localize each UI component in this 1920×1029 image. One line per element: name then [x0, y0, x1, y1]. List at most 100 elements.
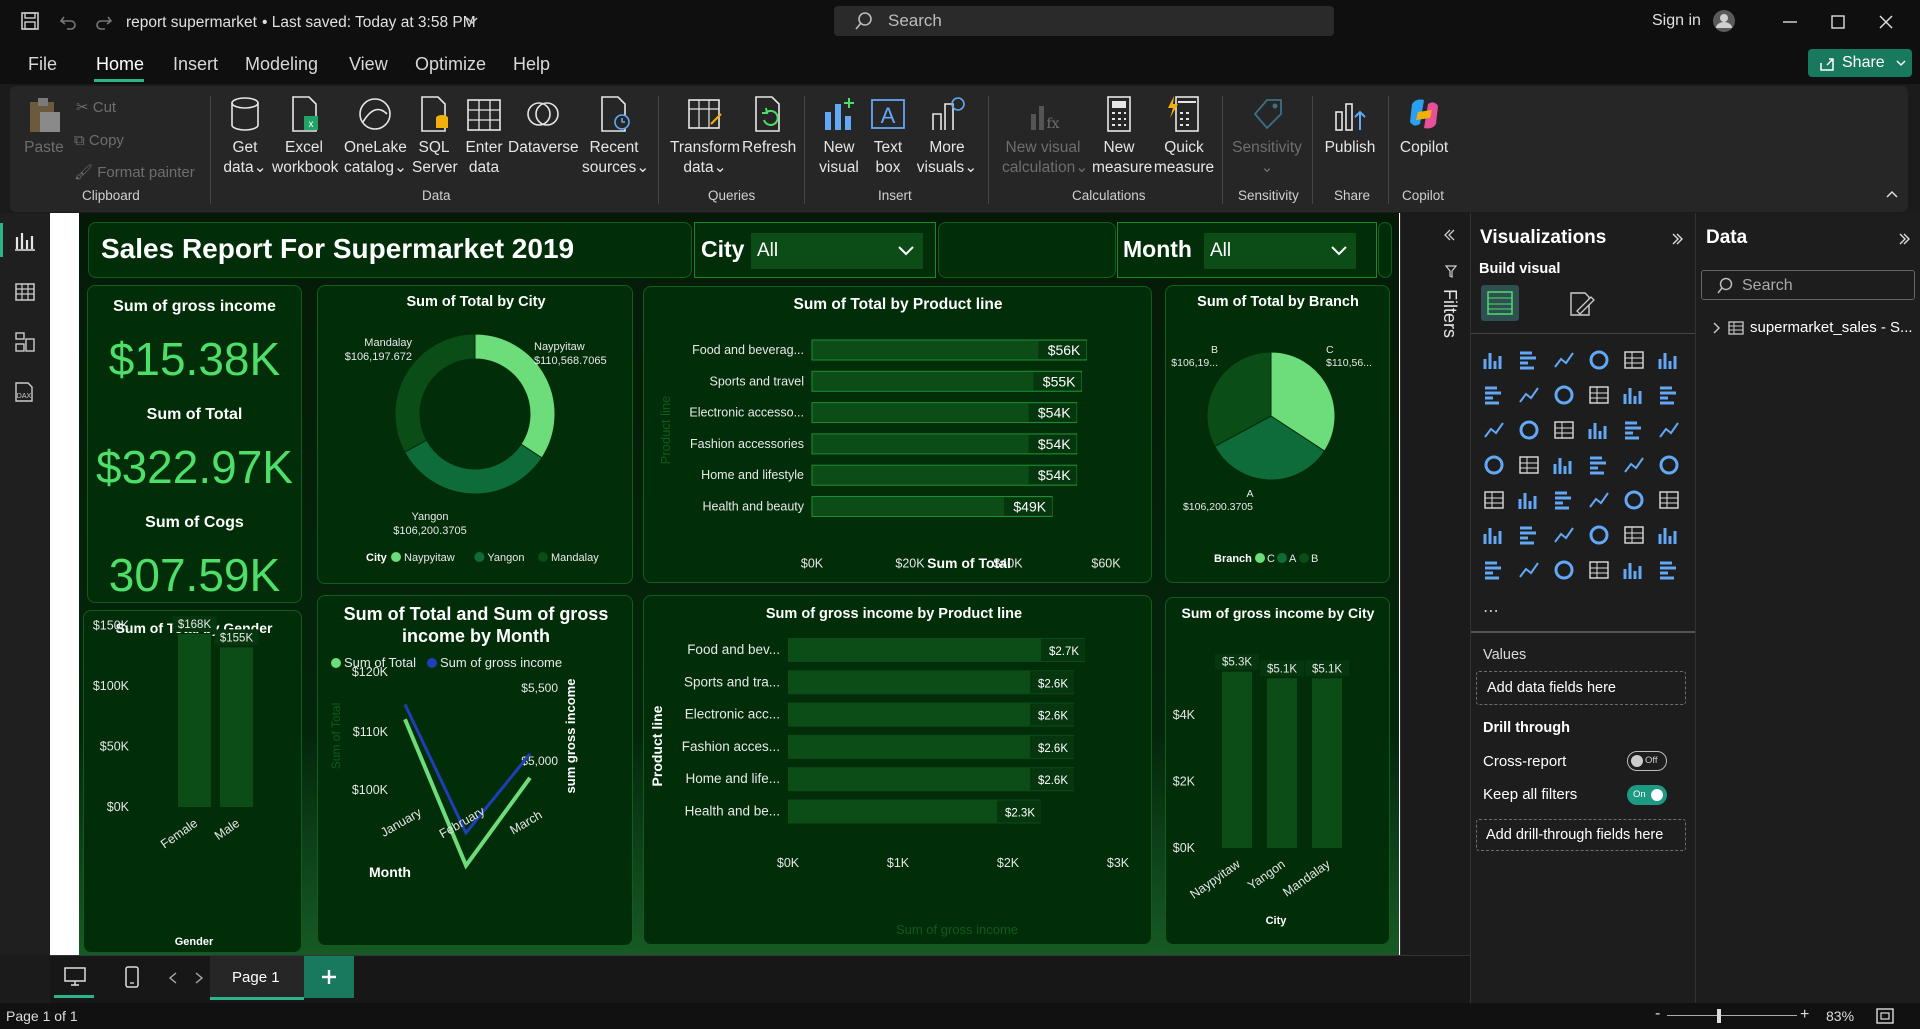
dax-query-view-icon[interactable]: DAX [12, 381, 38, 403]
publish-button[interactable]: Publish [1322, 94, 1378, 158]
onelake-catalog-button[interactable]: OneLake catalog⌄ [344, 94, 407, 178]
visual-type-icon[interactable] [1518, 559, 1540, 581]
save-icon[interactable] [20, 11, 40, 31]
menu-help[interactable]: Help [513, 54, 550, 75]
total-by-branch-chart[interactable]: Sum of Total by BranchC$110,56...A$106,2… [1166, 286, 1391, 584]
gross-income-by-product-line-chart[interactable]: Sum of gross income by Product line Food … [644, 596, 1153, 946]
visual-type-icon[interactable] [1483, 524, 1505, 546]
data-search-input[interactable]: Search [1701, 270, 1915, 300]
collapse-visualizations-icon[interactable] [1671, 233, 1683, 245]
recent-sources-button[interactable]: Recent sources⌄ [582, 94, 649, 178]
visual-type-icon[interactable] [1658, 384, 1680, 406]
transform-data-button[interactable]: Transform data⌄ [670, 94, 740, 178]
visual-type-icon[interactable] [1623, 489, 1645, 511]
visual-type-icon[interactable] [1658, 454, 1680, 476]
gross-income-by-city-card[interactable]: Sum of gross income by City $5.3K Naypyita… [1165, 597, 1390, 945]
visual-type-icon[interactable] [1518, 454, 1540, 476]
visual-type-icon[interactable] [1658, 524, 1680, 546]
copilot-button[interactable]: Copilot [1396, 94, 1452, 158]
mobile-layout-icon[interactable] [124, 966, 140, 988]
refresh-button[interactable]: Refresh [742, 94, 796, 158]
city-slicer-dropdown[interactable]: All [751, 233, 923, 269]
sensitivity-button[interactable]: Sensitivity ⌄ [1232, 94, 1302, 178]
new-visual-button[interactable]: New visual [818, 94, 860, 178]
report-title-card[interactable]: Sales Report For Supermarket 2019 [88, 222, 692, 278]
menu-home[interactable]: Home [96, 54, 144, 75]
document-title[interactable]: report supermarket [126, 14, 257, 32]
total-gross-by-month-card[interactable]: Sum of Total and Sum of gross income by M… [317, 595, 633, 946]
page-tab-page-1[interactable]: Page 1 [210, 956, 304, 1000]
visual-type-icon[interactable] [1553, 489, 1575, 511]
visual-type-icon[interactable] [1483, 489, 1505, 511]
report-view-icon[interactable] [14, 229, 36, 251]
add-page-button[interactable] [304, 956, 354, 998]
collapse-data-pane-icon[interactable] [1898, 233, 1910, 245]
visual-type-icon[interactable] [1658, 419, 1680, 441]
visual-type-icon[interactable] [1623, 524, 1645, 546]
month-slicer[interactable]: Month All [1117, 222, 1377, 278]
visual-type-icon[interactable] [1553, 419, 1575, 441]
format-painter-button[interactable]: 🖌 Format painter [74, 163, 195, 183]
visual-type-icon[interactable] [1518, 349, 1540, 371]
visual-type-icon[interactable] [1483, 559, 1505, 581]
keep-all-filters-toggle[interactable]: On [1627, 785, 1667, 805]
visual-type-icon[interactable] [1658, 349, 1680, 371]
visual-type-icon[interactable] [1588, 454, 1610, 476]
visual-type-icon[interactable] [1658, 559, 1680, 581]
visual-type-icon[interactable] [1588, 559, 1610, 581]
menu-file[interactable]: File [28, 54, 57, 75]
kpi-card[interactable]: Sum of gross income $15.38K Sum of Total… [87, 285, 302, 603]
maximize-icon[interactable] [1830, 14, 1846, 30]
visual-type-icon[interactable] [1588, 349, 1610, 371]
new-visual-calculation-button[interactable]: fx New visual calculation⌄ [1002, 94, 1088, 178]
sign-in-link[interactable]: Sign in [1652, 12, 1701, 30]
visual-type-icon[interactable] [1518, 489, 1540, 511]
menu-optimize[interactable]: Optimize [415, 54, 486, 75]
visual-type-icon[interactable] [1658, 489, 1680, 511]
share-button[interactable]: Share [1808, 49, 1912, 77]
visual-type-icon[interactable] [1588, 524, 1610, 546]
data-table-item[interactable]: supermarket_sales - S... [1712, 317, 1917, 339]
zoom-in-button[interactable]: + [1800, 1006, 1809, 1024]
visual-type-icon[interactable] [1518, 419, 1540, 441]
visual-type-icon[interactable] [1553, 384, 1575, 406]
total-gross-by-month-chart[interactable]: Sum of Total and Sum of grossincome by M… [318, 596, 634, 947]
total-by-city-chart[interactable]: Sum of Total by City Naypyitaw $110,568.70… [318, 286, 634, 585]
visual-type-icon[interactable] [1483, 419, 1505, 441]
visual-type-icon[interactable] [1553, 454, 1575, 476]
gross-income-by-product-line-card[interactable]: Sum of gross income by Product line Food … [643, 595, 1152, 945]
total-by-product-line-card[interactable]: Sum of Total by Product line Food and bev… [643, 286, 1152, 583]
cut-button[interactable]: ✂ Cut [76, 98, 116, 118]
format-visual-icon[interactable] [1567, 291, 1595, 317]
close-icon[interactable] [1878, 14, 1894, 30]
global-search-box[interactable]: Search [834, 6, 1334, 36]
new-measure-button[interactable]: New measure [1092, 94, 1152, 178]
get-data-button[interactable]: Get data⌄ [222, 94, 268, 178]
gross-income-by-city-chart[interactable]: Sum of gross income by City $5.3K Naypyita… [1166, 598, 1391, 946]
dataverse-button[interactable]: Dataverse [508, 94, 579, 158]
visual-type-icon[interactable] [1483, 349, 1505, 371]
visual-type-icon[interactable] [1483, 454, 1505, 476]
quick-measure-button[interactable]: Quick measure [1152, 94, 1216, 178]
visual-type-icon[interactable] [1623, 349, 1645, 371]
expand-filters-icon[interactable] [1443, 229, 1455, 241]
visual-type-icon[interactable] [1623, 419, 1645, 441]
visual-type-icon[interactable] [1553, 524, 1575, 546]
zoom-slider-thumb[interactable] [1717, 1009, 1721, 1023]
build-visual-tab[interactable] [1481, 285, 1519, 321]
minimize-icon[interactable] [1782, 20, 1798, 24]
next-page-icon[interactable] [194, 972, 204, 984]
visual-type-icon[interactable] [1623, 559, 1645, 581]
visual-type-icon[interactable] [1623, 454, 1645, 476]
visual-type-icon[interactable] [1553, 349, 1575, 371]
more-visuals-button[interactable]: More visuals⌄ [912, 94, 982, 178]
table-view-icon[interactable] [14, 281, 36, 303]
total-by-gender-card[interactable]: Sum of Total by Gender$168KFemale$155KMa… [83, 610, 302, 953]
total-by-product-line-chart[interactable]: Sum of Total by Product line Food and bev… [644, 287, 1153, 584]
collapse-ribbon-icon[interactable] [1886, 190, 1898, 198]
zoom-slider-track[interactable] [1667, 1015, 1797, 1016]
zoom-out-button[interactable]: - [1655, 1005, 1660, 1023]
menu-modeling[interactable]: Modeling [245, 54, 318, 75]
visual-type-icon[interactable] [1623, 384, 1645, 406]
drill-through-drop-zone[interactable]: Add drill-through fields here [1476, 819, 1686, 851]
